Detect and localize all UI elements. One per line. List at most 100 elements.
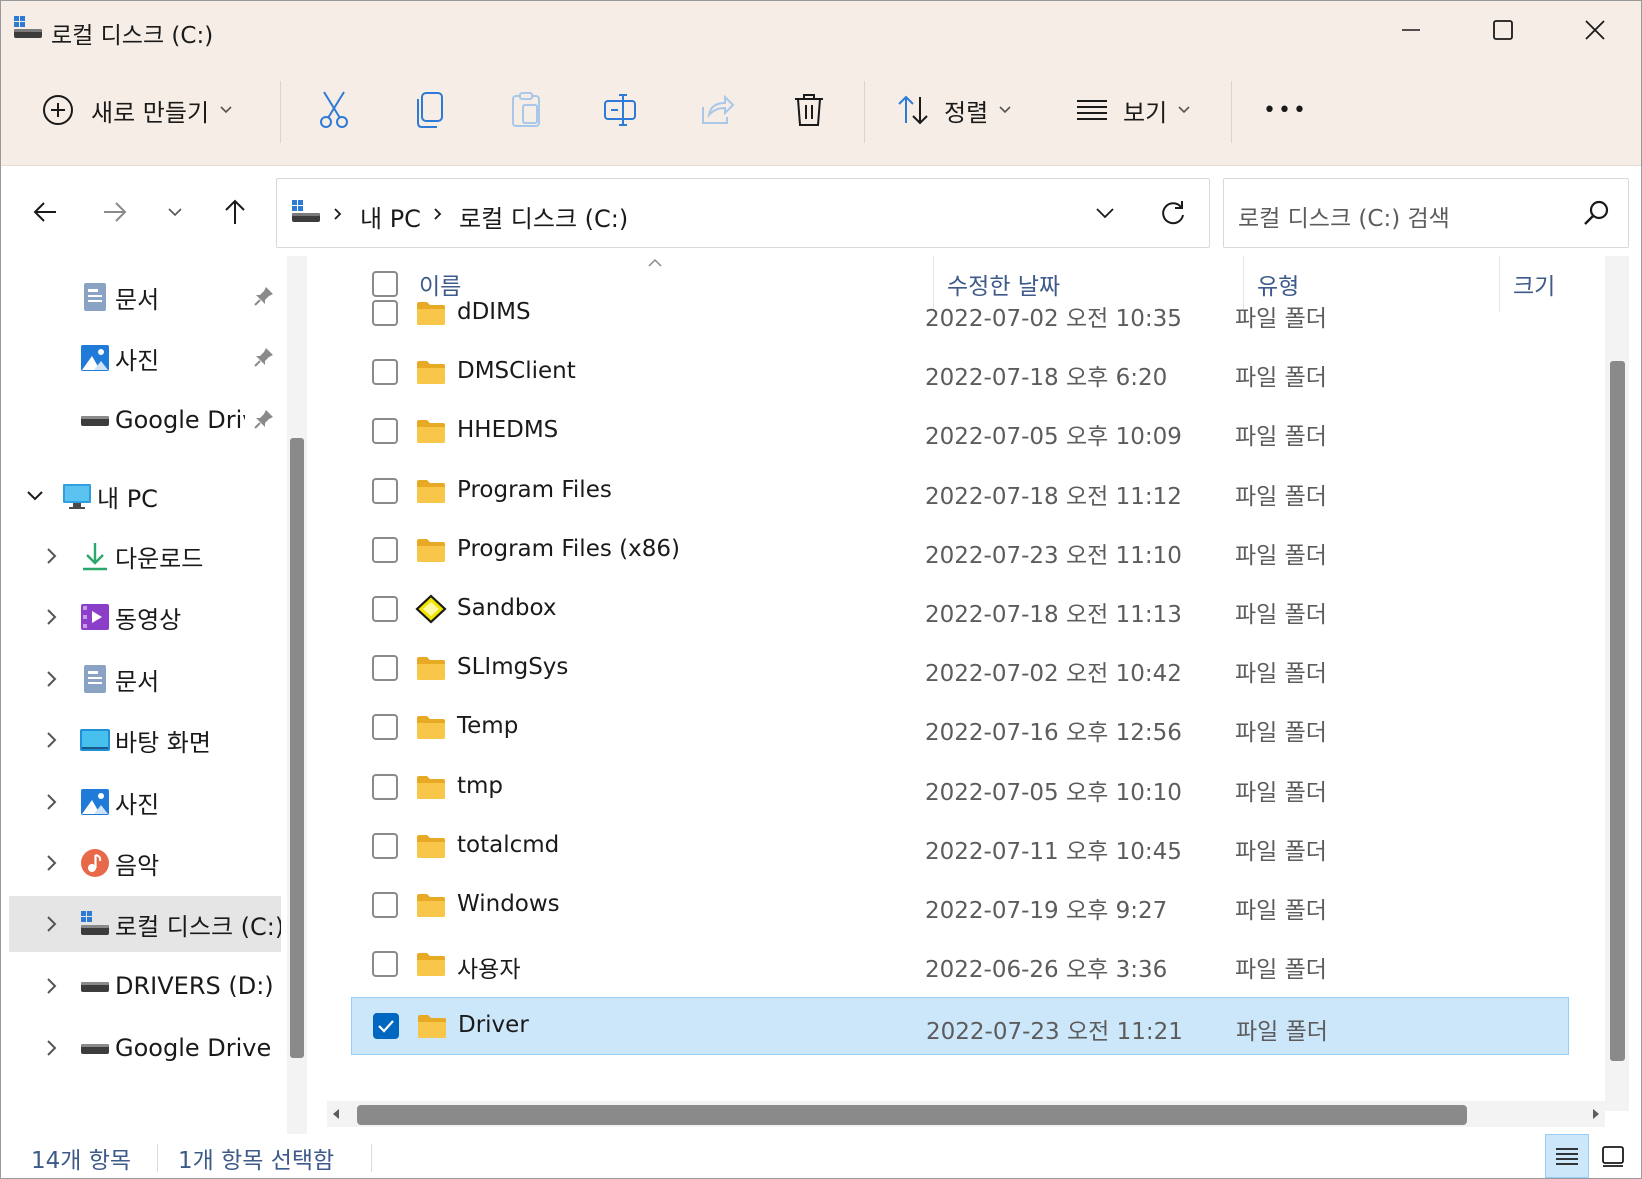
file-name[interactable]: tmp [457,773,503,799]
file-name[interactable]: dDIMS [457,299,531,325]
file-row[interactable]: DMSClient 2022-07-18 오후 6:20 파일 폴더 [351,344,1569,402]
sidebar-item-documents[interactable]: 문서 [9,651,281,707]
cut-button[interactable] [316,81,352,139]
sidebar-item-videos[interactable]: 동영상 [9,589,281,645]
search-box[interactable]: 로컬 디스크 (C:) 검색 [1223,178,1629,248]
scroll-right-icon[interactable] [1591,1108,1601,1120]
chevron-right-icon[interactable] [39,790,63,814]
chevron-right-icon[interactable] [39,912,63,936]
sidebar-item-google-drive-pinned[interactable]: Google Drive [9,392,281,448]
file-name[interactable]: totalcmd [457,832,559,858]
file-row[interactable]: dDIMS 2022-07-02 오전 10:35 파일 폴더 [351,285,1569,343]
file-name[interactable]: Sandbox [457,595,556,621]
chevron-right-icon[interactable] [39,851,63,875]
minimize-icon [1402,29,1420,31]
chevron-right-icon[interactable] [39,728,63,752]
file-row[interactable]: SLImgSys 2022-07-02 오전 10:42 파일 폴더 [351,640,1569,698]
details-view-button[interactable] [1545,1134,1589,1178]
row-checkbox[interactable] [372,951,398,978]
file-row[interactable]: Windows 2022-07-19 오후 9:27 파일 폴더 [351,877,1569,935]
file-row[interactable]: HHEDMS 2022-07-05 오후 10:09 파일 폴더 [351,403,1569,461]
back-button[interactable] [23,190,67,234]
minimize-button[interactable] [1365,1,1457,59]
file-row[interactable]: Temp 2022-07-16 오후 12:56 파일 폴더 [351,699,1569,757]
sidebar-item-this-pc[interactable]: 내 PC [9,468,281,524]
forward-button[interactable] [93,190,137,234]
tiles-view-button[interactable] [1591,1134,1635,1178]
row-checkbox[interactable] [372,418,398,445]
sidebar-item-downloads[interactable]: 다운로드 [9,528,281,584]
row-checkbox[interactable] [372,300,398,326]
sidebar-item-pictures[interactable]: 사진 [9,774,281,830]
share-button[interactable] [699,81,735,139]
file-name[interactable]: DMSClient [457,358,576,384]
sidebar-item-local-disk[interactable]: 로컬 디스크 (C:) [9,896,281,952]
chevron-down-icon[interactable] [1095,207,1115,219]
file-type: 파일 폴더 [1235,424,1327,451]
sidebar-item-google-drive-g[interactable]: Google Drive (G:) [9,1020,281,1076]
horizontal-scrollbar-thumb[interactable] [357,1105,1467,1125]
chevron-right-icon[interactable] [39,544,63,568]
file-name[interactable]: SLImgSys [457,654,568,680]
title-bar[interactable]: 로컬 디스크 (C:) [1,1,1641,59]
file-row[interactable]: Program Files 2022-07-18 오전 11:12 파일 폴더 [351,463,1569,521]
refresh-icon[interactable] [1159,199,1187,227]
rename-button[interactable] [603,81,639,139]
row-checkbox[interactable] [372,477,398,504]
file-row[interactable]: Sandbox 2022-07-18 오전 11:13 파일 폴더 [351,581,1569,639]
sidebar-item-desktop[interactable]: 바탕 화면 [9,712,281,768]
file-row[interactable]: Program Files (x86) 2022-07-23 오전 11:10 파일… [351,522,1569,580]
chevron-right-icon[interactable] [39,1036,63,1060]
window-title: 로컬 디스크 (C:) [51,23,214,49]
row-checkbox[interactable] [372,892,398,918]
chevron-right-icon[interactable] [39,667,63,691]
recent-locations-button[interactable] [153,190,197,234]
sidebar-item-documents-pinned[interactable]: 문서 [9,269,281,325]
pin-icon[interactable] [253,408,275,430]
breadcrumb-this-pc[interactable]: 내 PC [360,199,421,234]
delete-button[interactable] [793,81,825,139]
file-name[interactable]: Program Files [457,477,612,503]
file-row[interactable]: tmp 2022-07-05 오후 10:10 파일 폴더 [351,759,1569,817]
sidebar-item-drivers-d[interactable]: DRIVERS (D:) [9,958,281,1014]
sidebar-item-music[interactable]: 음악 [9,835,281,891]
file-name[interactable]: Windows [457,891,560,917]
file-name[interactable]: Driver [458,1012,529,1038]
file-name[interactable]: Temp [457,713,518,739]
file-row[interactable]: totalcmd 2022-07-11 오후 10:45 파일 폴더 [351,818,1569,876]
chevron-down-icon [220,106,232,114]
sort-button[interactable]: 정렬 [896,81,1012,139]
vertical-scrollbar-thumb[interactable] [1610,361,1625,1061]
chevron-right-icon[interactable] [39,974,63,998]
sidebar-item-pictures-pinned[interactable]: 사진 [9,330,281,386]
row-checkbox[interactable] [373,1013,399,1039]
row-checkbox[interactable] [372,359,398,386]
breadcrumb-local-disk[interactable]: 로컬 디스크 (C:) [459,199,628,234]
view-button[interactable]: 보기 [1075,81,1191,139]
pin-icon[interactable] [253,285,275,307]
file-row[interactable]: Driver 2022-07-23 오전 11:21 파일 폴더 [351,997,1569,1055]
chevron-down-icon[interactable] [23,484,47,508]
file-row[interactable]: 사용자 2022-06-26 오후 3:36 파일 폴더 [351,936,1569,994]
file-name[interactable]: Program Files (x86) [457,536,680,562]
pin-icon[interactable] [253,346,275,368]
row-checkbox[interactable] [372,773,398,800]
new-button[interactable]: 새로 만들기 [41,81,233,139]
more-options-button[interactable]: ••• [1263,81,1308,139]
chevron-right-icon[interactable] [39,605,63,629]
close-button[interactable] [1549,1,1641,59]
scroll-left-icon[interactable] [331,1108,341,1120]
address-bar[interactable]: 내 PC 로컬 디스크 (C:) [276,178,1210,248]
copy-button[interactable] [413,81,447,139]
sidebar-scrollbar-thumb[interactable] [290,438,304,1058]
paste-button[interactable] [509,81,543,139]
row-checkbox[interactable] [372,832,398,859]
row-checkbox[interactable] [372,596,398,622]
row-checkbox[interactable] [372,714,398,741]
file-name[interactable]: 사용자 [457,950,520,984]
maximize-button[interactable] [1457,1,1549,59]
file-name[interactable]: HHEDMS [457,417,558,443]
up-button[interactable] [213,190,257,234]
row-checkbox[interactable] [372,536,398,563]
row-checkbox[interactable] [372,655,398,682]
